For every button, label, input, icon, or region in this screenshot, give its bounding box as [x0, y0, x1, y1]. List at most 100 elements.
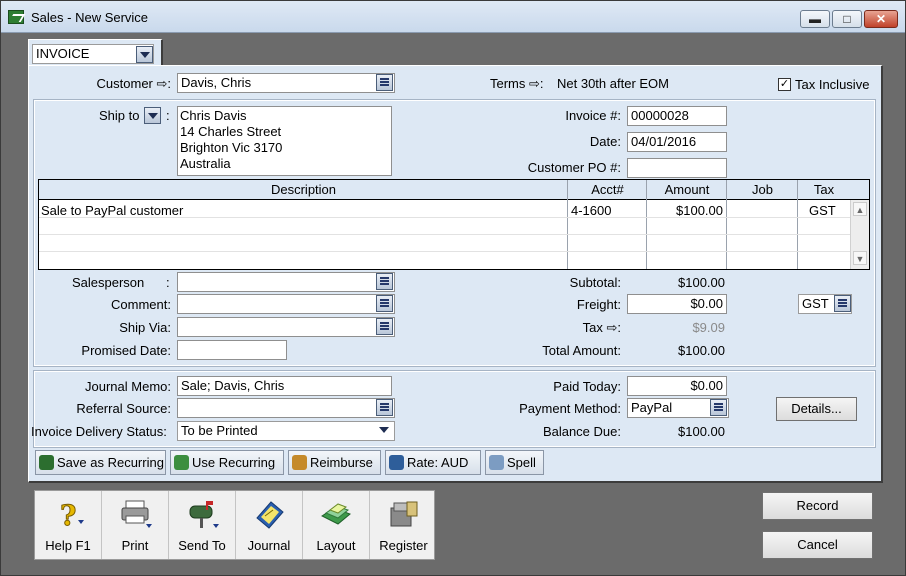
help-icon: ? [60, 499, 84, 530]
save-recurring-icon [39, 455, 54, 470]
ship-via-list-icon[interactable] [376, 318, 393, 335]
save-as-recurring-label: Save as Recurring [57, 455, 164, 470]
tax-label[interactable]: Tax ⇨: [481, 320, 621, 336]
spell-button[interactable]: Spell [485, 450, 544, 475]
cancel-label: Cancel [797, 537, 838, 552]
reimburse-button[interactable]: Reimburse [288, 450, 381, 475]
help-button[interactable]: ? Help F1 [35, 491, 102, 559]
maximize-icon: □ [843, 12, 851, 26]
row-divider [39, 251, 850, 252]
register-button[interactable]: Register [370, 491, 437, 559]
details-button[interactable]: Details... [776, 397, 857, 421]
freight-tax-list-icon[interactable] [834, 295, 851, 312]
ship-to-address[interactable]: Chris Davis 14 Charles Street Brighton V… [177, 106, 392, 176]
rate-label: Rate: AUD [407, 455, 469, 470]
printer-icon [121, 500, 152, 528]
close-icon: ✕ [875, 12, 887, 26]
print-button[interactable]: Print [102, 491, 169, 559]
column-divider [726, 180, 727, 269]
table-scrollbar[interactable]: ▲ ▼ [850, 200, 869, 269]
subtotal-value: $100.00 [678, 275, 725, 290]
ship-to-dropdown-icon[interactable] [144, 107, 161, 124]
freight-value: $0.00 [690, 296, 723, 311]
delivery-status-select[interactable]: To be Printed [177, 421, 395, 441]
comment-field[interactable] [177, 294, 395, 314]
journal-memo-field[interactable]: Sale; Davis, Chris [177, 376, 392, 396]
journal-label: Journal [247, 538, 291, 553]
delivery-status-dropdown-icon[interactable] [376, 422, 393, 439]
row-amount[interactable]: $100.00 [649, 203, 723, 218]
delivery-status-label: Invoice Delivery Status: [31, 424, 167, 439]
tax-inclusive-checkbox[interactable]: ✓ [778, 78, 791, 91]
freight-field[interactable]: $0.00 [627, 294, 727, 314]
payment-method-list-icon[interactable] [710, 399, 727, 416]
journal-memo-value: Sale; Davis, Chris [181, 378, 285, 393]
subtotal-label: Subtotal: [569, 275, 621, 290]
register-label: Register [379, 538, 428, 553]
customer-list-icon[interactable] [376, 74, 393, 91]
maximize-button[interactable]: □ [832, 10, 862, 28]
minimize-button[interactable]: ▬ [800, 10, 830, 28]
layout-label: Layout [316, 538, 356, 553]
column-divider [797, 180, 798, 269]
salesperson-list-icon[interactable] [376, 273, 393, 290]
ship-to-line: 14 Charles Street [180, 124, 282, 139]
send-to-button[interactable]: Send To [169, 491, 236, 559]
row-tax[interactable]: GST [809, 203, 836, 218]
close-button[interactable]: ✕ [864, 10, 898, 28]
use-recurring-label: Use Recurring [192, 455, 276, 470]
row-description[interactable]: Sale to PayPal customer [41, 203, 183, 218]
comment-list-icon[interactable] [376, 295, 393, 312]
table-header: Description Acct# Amount Job Tax [39, 180, 869, 200]
salesperson-label: Salesperson [72, 275, 145, 290]
payment-method-value: PayPal [631, 400, 673, 415]
customer-label: Customer ⇨: [96, 76, 171, 91]
scroll-down-icon[interactable]: ▼ [853, 251, 867, 265]
bottom-toolbar: ? Help F1 Print Send To Journal Layout R… [34, 490, 435, 560]
referral-source-label: Referral Source: [76, 401, 171, 416]
scroll-up-icon[interactable]: ▲ [853, 202, 867, 216]
spell-check-icon [489, 455, 504, 470]
rate-button[interactable]: Rate: AUD [385, 450, 481, 475]
use-recurring-button[interactable]: Use Recurring [170, 450, 284, 475]
customer-po-field[interactable] [627, 158, 727, 178]
save-as-recurring-button[interactable]: Save as Recurring [35, 450, 166, 475]
promised-date-field[interactable] [177, 340, 287, 360]
terms-value: Net 30th after EOM [557, 76, 669, 91]
row-divider [39, 234, 850, 235]
paid-today-label: Paid Today: [553, 379, 621, 394]
paid-today-field[interactable]: $0.00 [627, 376, 727, 396]
referral-source-list-icon[interactable] [376, 399, 393, 416]
ship-to-line: Australia [180, 156, 231, 171]
column-divider [646, 180, 647, 269]
record-button[interactable]: Record [762, 492, 873, 520]
tax-value: $9.09 [692, 320, 725, 335]
salesperson-field[interactable] [177, 272, 395, 292]
referral-source-field[interactable] [177, 398, 395, 418]
freight-label: Freight: [576, 297, 621, 312]
ship-to-colon: : [166, 108, 170, 123]
ship-via-field[interactable] [177, 317, 395, 337]
rate-icon [389, 455, 404, 470]
balance-due-value: $100.00 [678, 424, 725, 439]
reimburse-icon [292, 455, 307, 470]
journal-memo-label: Journal Memo: [85, 379, 171, 394]
minimize-icon: ▬ [809, 12, 821, 26]
check-icon: ✓ [779, 78, 790, 90]
row-acct[interactable]: 4-1600 [571, 203, 611, 218]
send-to-label: Send To [178, 538, 226, 553]
journal-button[interactable]: Journal [236, 491, 303, 559]
terms-label[interactable]: Terms ⇨: [490, 76, 544, 92]
cancel-button[interactable]: Cancel [762, 531, 873, 559]
layout-dropdown-arrow-icon[interactable] [136, 46, 153, 63]
print-label: Print [121, 538, 149, 553]
customer-field[interactable]: Davis, Chris [177, 73, 395, 93]
date-field[interactable]: 04/01/2016 [627, 132, 727, 152]
layout-icon [321, 503, 351, 525]
app-icon [8, 10, 24, 24]
invoice-number-label: Invoice #: [565, 108, 621, 123]
ship-to-line: Brighton Vic 3170 [180, 140, 283, 155]
layout-button[interactable]: Layout [303, 491, 370, 559]
column-divider [567, 180, 568, 269]
invoice-number-field[interactable]: 00000028 [627, 106, 727, 126]
